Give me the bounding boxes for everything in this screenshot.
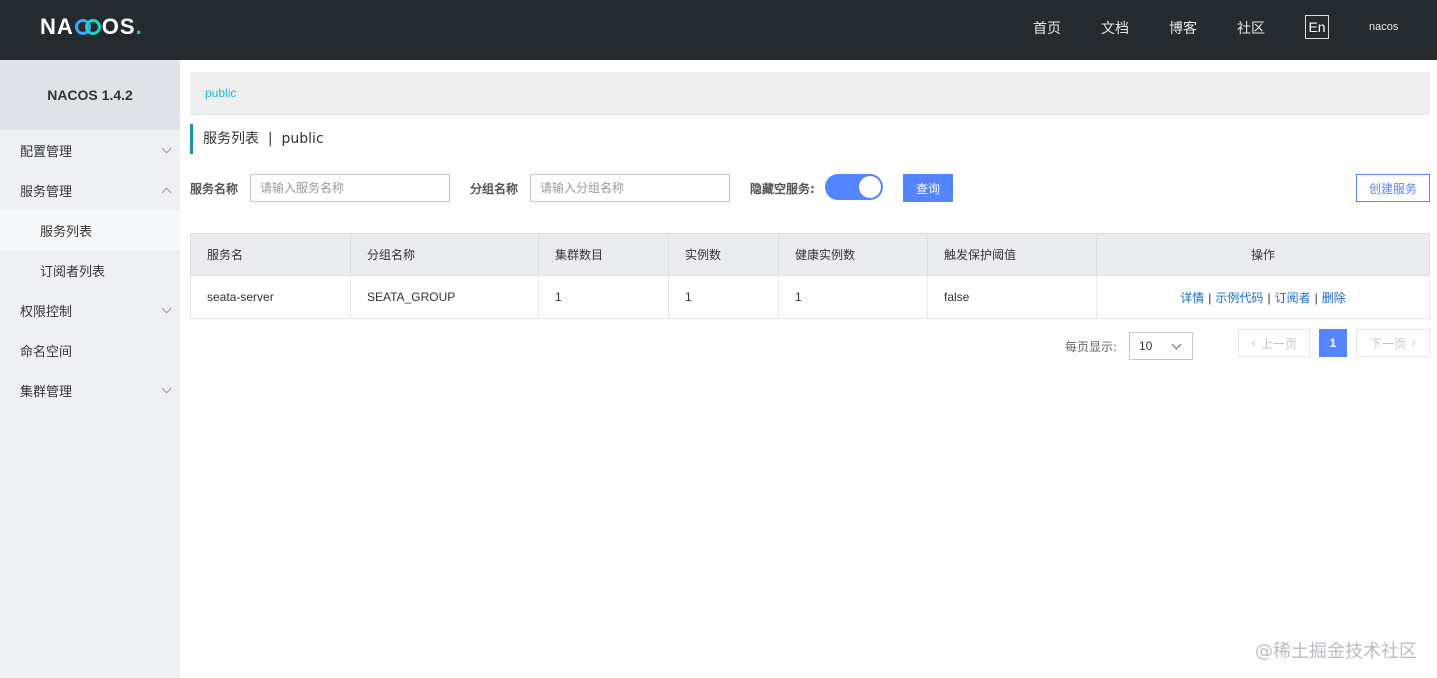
next-page-button[interactable]: 下一页 › [1356,329,1430,357]
nacos-logo[interactable]: NA OS . [40,14,143,40]
logo-rings-icon [74,19,101,35]
subscribers-link[interactable]: 订阅者 [1275,291,1311,305]
sidebar-item-label: 集群管理 [20,384,73,400]
sidebar-item-label: 配置管理 [20,144,73,160]
group-name-input[interactable] [530,174,730,202]
logo-text-b: OS [101,14,136,39]
service-name-input[interactable] [250,174,450,202]
detail-link[interactable]: 详情 [1180,291,1204,305]
cell-threshold: false [927,275,1097,319]
nav-community[interactable]: 社区 [1237,18,1265,38]
chevron-down-icon [1171,339,1182,350]
page-button-current[interactable]: 1 [1319,329,1347,357]
hide-empty-label: 隐藏空服务: [750,182,815,196]
next-page-label: 下一页 [1370,336,1407,351]
sidebar-item-label: 服务管理 [20,184,73,200]
nav-home[interactable]: 首页 [1033,18,1061,38]
chevron-right-icon: › [1411,336,1416,350]
query-button[interactable]: 查询 [903,174,953,202]
chevron-down-icon [161,303,172,314]
cell-instance-count: 1 [668,275,779,319]
delete-link[interactable]: 删除 [1322,291,1346,305]
language-toggle-button[interactable]: En [1305,15,1329,39]
sidebar: NACOS 1.4.2 配置管理 服务管理 服务列表 订阅者列表 权限控制 命名… [0,60,180,678]
sidebar-item-service[interactable]: 服务管理 [0,170,180,210]
separator: | [1314,290,1318,305]
sidebar-item-config[interactable]: 配置管理 [0,130,180,170]
col-healthy-count: 健康实例数 [778,233,928,276]
create-service-button[interactable]: 创建服务 [1356,174,1430,202]
nav-docs[interactable]: 文档 [1101,18,1129,38]
watermark: @稀土掘金技术社区 [1255,641,1417,662]
table-row: seata-server SEATA_GROUP 1 1 1 false 详情 |… [190,275,1430,319]
logo-dot: . [135,14,143,39]
cell-healthy-count: 1 [778,275,928,319]
sidebar-item-label: 权限控制 [20,304,73,320]
cell-cluster-count: 1 [538,275,669,319]
col-operations: 操作 [1096,233,1430,276]
sidebar-item-label: 服务列表 [40,224,93,240]
table-header-row: 服务名 分组名称 集群数目 实例数 健康实例数 触发保护阈值 操作 [190,233,1430,276]
top-header: NA OS . 首页 文档 博客 社区 En nacos [0,0,1437,60]
sidebar-item-cluster[interactable]: 集群管理 [0,370,180,410]
logo-text-a: NA [40,14,74,39]
sidebar-item-namespace[interactable]: 命名空间 [0,330,180,370]
sidebar-item-label: 命名空间 [20,344,73,360]
service-name-label: 服务名称 [190,182,239,196]
prev-page-label: 上一页 [1260,336,1297,351]
chevron-up-icon [161,187,172,198]
prev-page-button[interactable]: ‹ 上一页 [1238,329,1310,357]
sidebar-item-label: 订阅者列表 [40,264,106,280]
separator: | [1208,290,1212,305]
nav-blog[interactable]: 博客 [1169,18,1197,38]
hide-empty-toggle[interactable] [825,174,883,200]
col-cluster-count: 集群数目 [538,233,669,276]
separator: | [1267,290,1271,305]
col-group-name: 分组名称 [350,233,539,276]
main-content: public 服务列表 | public 服务名称 分组名称 隐藏空服务: 查询… [180,60,1437,678]
page-size-value: 10 [1139,339,1153,353]
cell-group-name: SEATA_GROUP [350,275,539,319]
page-size-label: 每页显示: [1065,340,1118,354]
toggle-knob [859,176,881,198]
page-size-select[interactable]: 10 [1129,332,1193,360]
chevron-down-icon [161,143,172,154]
group-name-label: 分组名称 [470,182,519,196]
col-threshold: 触发保护阈值 [927,233,1097,276]
cell-service-name: seata-server [190,275,351,319]
chevron-left-icon: ‹ [1251,336,1256,350]
user-name[interactable]: nacos [1369,21,1398,33]
chevron-down-icon [161,383,172,394]
cell-operations: 详情 | 示例代码 | 订阅者 | 删除 [1096,275,1430,319]
page-title: 服务列表 | public [190,124,324,154]
sample-code-link[interactable]: 示例代码 [1215,291,1263,305]
col-instance-count: 实例数 [668,233,779,276]
sidebar-version: NACOS 1.4.2 [0,60,180,130]
namespace-link-public[interactable]: public [205,86,236,100]
sidebar-item-auth[interactable]: 权限控制 [0,290,180,330]
col-service-name: 服务名 [190,233,351,276]
service-table: 服务名 分组名称 集群数目 实例数 健康实例数 触发保护阈值 操作 seata-… [190,233,1430,319]
sidebar-item-subscribers[interactable]: 订阅者列表 [0,250,180,290]
namespace-bar: public [190,72,1430,115]
sidebar-item-service-list[interactable]: 服务列表 [0,210,180,250]
